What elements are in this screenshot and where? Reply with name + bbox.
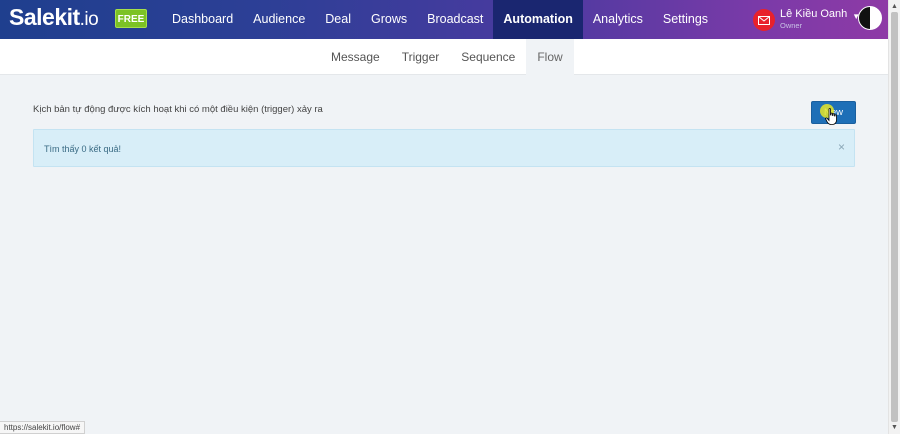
nav-item-broadcast[interactable]: Broadcast <box>417 0 493 39</box>
brand-logo[interactable]: Salekit .io <box>9 4 99 34</box>
automation-tabs: Message Trigger Sequence Flow <box>320 39 574 75</box>
top-navbar: Salekit .io FREE Dashboard Audience Deal … <box>0 0 888 39</box>
nav-item-deal[interactable]: Deal <box>315 0 361 39</box>
brand-name: Salekit <box>9 4 80 30</box>
nav-item-automation[interactable]: Automation <box>493 0 583 39</box>
mail-icon <box>753 9 775 31</box>
close-icon[interactable]: × <box>838 140 845 154</box>
nav-item-grows[interactable]: Grows <box>361 0 417 39</box>
scrollbar-thumb[interactable] <box>891 12 898 422</box>
info-alert: Tìm thấy 0 kết quả! × <box>33 129 855 167</box>
brand-ext: .io <box>79 9 99 30</box>
page-description: Kịch bản tự động được kích hoạt khi có m… <box>33 104 323 115</box>
status-bar-url: https://salekit.io/flow# <box>0 421 86 434</box>
tab-message[interactable]: Message <box>320 39 391 75</box>
tab-sequence[interactable]: Sequence <box>450 39 526 75</box>
nav-item-analytics[interactable]: Analytics <box>583 0 653 39</box>
plan-badge: FREE <box>115 9 147 28</box>
nav-item-dashboard[interactable]: Dashboard <box>162 0 243 39</box>
nav-item-audience[interactable]: Audience <box>243 0 315 39</box>
nav-item-settings[interactable]: Settings <box>653 0 718 39</box>
sub-navbar: Message Trigger Sequence Flow <box>0 39 888 75</box>
user-menu[interactable]: Lê Kiều Oanh Owner ▼ <box>753 5 860 35</box>
alert-message: Tìm thấy 0 kết quả! <box>44 144 122 154</box>
user-info: Lê Kiều Oanh Owner <box>780 9 847 31</box>
user-name: Lê Kiều Oanh <box>780 8 848 20</box>
tab-trigger[interactable]: Trigger <box>391 39 451 75</box>
hand-cursor-icon <box>825 108 837 125</box>
scroll-down-icon[interactable]: ▼ <box>891 424 898 431</box>
vertical-scrollbar[interactable]: ▲ ▼ <box>888 0 900 434</box>
scroll-up-icon[interactable]: ▲ <box>891 3 898 10</box>
user-role: Owner <box>780 21 803 30</box>
main-nav: Dashboard Audience Deal Grows Broadcast … <box>162 0 718 39</box>
tab-flow[interactable]: Flow <box>526 39 574 75</box>
profile-avatar[interactable] <box>858 6 882 30</box>
